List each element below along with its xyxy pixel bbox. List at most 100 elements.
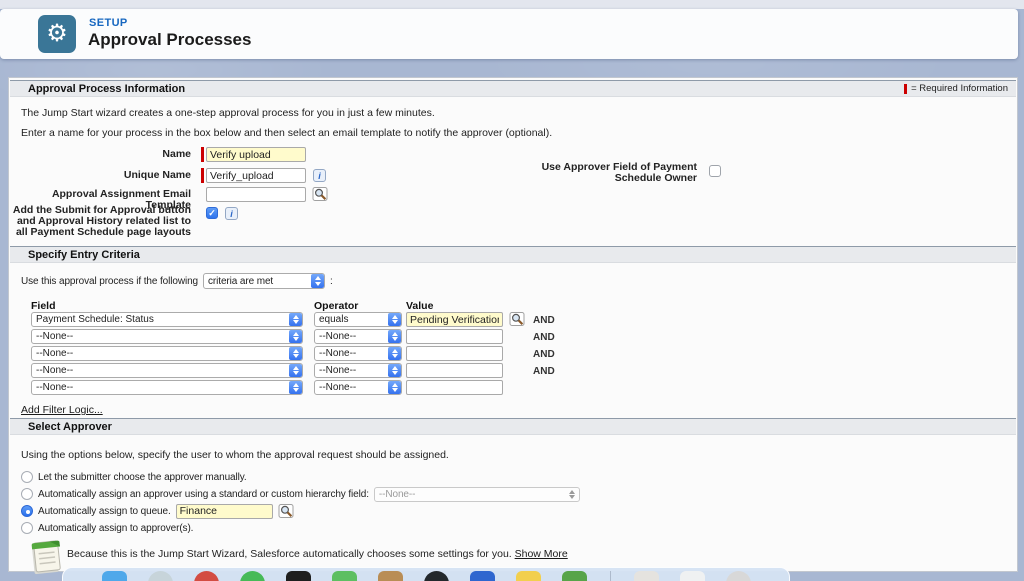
select-stepper-icon	[388, 330, 401, 343]
info-icon[interactable]: i	[225, 207, 238, 220]
show-more-link[interactable]: Show More	[515, 548, 568, 560]
select-stepper-icon	[289, 364, 302, 377]
criteria-value-input[interactable]	[406, 346, 503, 361]
photos-icon[interactable]	[378, 571, 403, 581]
and-label: AND	[533, 332, 555, 343]
radio-icon[interactable]	[21, 522, 33, 534]
criteria-operator-select[interactable]: equals	[314, 312, 402, 327]
lookup-icon[interactable]	[278, 503, 295, 519]
radio-icon[interactable]	[21, 488, 33, 500]
required-bar-icon	[201, 147, 204, 162]
criteria-field-select[interactable]: --None--	[31, 329, 303, 344]
value-column-header: Value	[406, 300, 433, 312]
terminal-icon[interactable]	[286, 571, 311, 581]
gear-icon: ⚙	[38, 15, 76, 53]
required-bar-icon	[201, 168, 204, 183]
criteria-value-input[interactable]	[406, 329, 503, 344]
criteria-field-select[interactable]: --None--	[31, 363, 303, 378]
hierarchy-field-value: --None--	[375, 489, 566, 500]
name-label: Name	[9, 149, 191, 160]
select-stepper-icon	[388, 381, 401, 394]
approver-option-hierarchy[interactable]: Automatically assign an approver using a…	[21, 486, 580, 502]
criteria-field-select[interactable]: --None--	[31, 380, 303, 395]
info-icon[interactable]: i	[313, 169, 326, 182]
section-header-approval-process-information: Approval Process Information = Required …	[10, 80, 1016, 97]
option-label: Automatically assign to queue.	[38, 506, 171, 517]
option-label: Automatically assign to approver(s).	[38, 523, 193, 534]
criteria-operator-select[interactable]: --None--	[314, 346, 402, 361]
criteria-value-input[interactable]	[406, 363, 503, 378]
email-template-input[interactable]	[206, 187, 306, 202]
and-label: AND	[533, 315, 555, 326]
add-submit-checkbox[interactable]: ✓	[206, 207, 218, 219]
note-text: Because this is the Jump Start Wizard, S…	[67, 548, 512, 560]
setup-header: ⚙ SETUP Approval Processes	[0, 9, 1018, 59]
folder-icon[interactable]	[516, 571, 541, 581]
jump-start-note: Because this is the Jump Start Wizard, S…	[67, 548, 568, 560]
criteria-value-input[interactable]	[406, 312, 503, 327]
app-gray-circle-icon[interactable]	[148, 571, 173, 581]
add-filter-logic-link-text[interactable]: Add Filter Logic...	[21, 404, 103, 416]
field-value: --None--	[32, 348, 289, 359]
and-label: AND	[533, 366, 555, 377]
intro-text-1: The Jump Start wizard creates a one-step…	[21, 107, 435, 119]
criteria-value-input[interactable]	[406, 380, 503, 395]
criteria-operator-select[interactable]: --None--	[314, 329, 402, 344]
app-blue-flag-icon[interactable]	[470, 571, 495, 581]
criteria-operator-select[interactable]: --None--	[314, 380, 402, 395]
add-filter-logic-link[interactable]: Add Filter Logic...	[21, 404, 103, 416]
radio-selected-icon[interactable]	[21, 505, 33, 517]
notepad-icon	[29, 538, 63, 577]
operator-value: --None--	[315, 331, 388, 342]
add-submit-label: Add the Submit for Approval button and A…	[9, 205, 191, 238]
app-green-circle-icon[interactable]	[240, 571, 265, 581]
download-arrow-icon[interactable]	[562, 571, 587, 581]
option-label: Let the submitter choose the approver ma…	[38, 472, 247, 483]
criteria-match-select[interactable]: criteria are met	[203, 273, 325, 289]
section-title: Select Approver	[10, 421, 112, 433]
and-label: AND	[533, 349, 555, 360]
section-header-specify-entry-criteria: Specify Entry Criteria	[10, 246, 1016, 263]
approver-option-manual[interactable]: Let the submitter choose the approver ma…	[21, 469, 247, 485]
desktop-background-strip	[0, 0, 1024, 9]
queue-input[interactable]	[176, 504, 273, 519]
required-bar-icon	[904, 84, 907, 94]
setup-kicker: SETUP	[89, 17, 128, 29]
lookup-icon[interactable]	[509, 311, 526, 327]
dock-divider	[610, 571, 611, 581]
operator-value: --None--	[315, 365, 388, 376]
approver-option-queue[interactable]: Automatically assign to queue.	[21, 503, 295, 519]
operator-value: --None--	[315, 382, 388, 393]
criteria-match-value: criteria are met	[204, 276, 311, 287]
document-icon[interactable]	[634, 571, 659, 581]
criteria-operator-select[interactable]: --None--	[314, 363, 402, 378]
name-input[interactable]	[206, 147, 306, 162]
select-stepper-icon	[289, 381, 302, 394]
approval-wizard-panel: Approval Process Information = Required …	[8, 77, 1018, 572]
macos-dock[interactable]	[62, 567, 790, 581]
trash-icon[interactable]	[726, 571, 751, 581]
select-stepper-icon	[289, 347, 302, 360]
unique-name-input[interactable]	[206, 168, 306, 183]
app-dark-circle-icon[interactable]	[424, 571, 449, 581]
field-value: Payment Schedule: Status	[32, 314, 289, 325]
app-red-circle-icon[interactable]	[194, 571, 219, 581]
operator-value: equals	[315, 314, 388, 325]
field-value: --None--	[32, 365, 289, 376]
field-value: --None--	[32, 382, 289, 393]
lookup-icon[interactable]	[312, 186, 329, 202]
field-value: --None--	[32, 331, 289, 342]
window-thumbnail-icon[interactable]	[680, 571, 705, 581]
use-approver-field-checkbox[interactable]	[709, 165, 721, 177]
intro-text-2: Enter a name for your process in the box…	[21, 127, 552, 139]
twitter-icon[interactable]	[102, 571, 127, 581]
app-green-square-icon[interactable]	[332, 571, 357, 581]
select-stepper-icon	[289, 330, 302, 343]
criteria-field-select[interactable]: Payment Schedule: Status	[31, 312, 303, 327]
section-header-select-approver: Select Approver	[10, 418, 1016, 435]
approver-option-approvers[interactable]: Automatically assign to approver(s).	[21, 520, 193, 536]
use-approver-field-label: Use Approver Field of Payment Schedule O…	[539, 162, 697, 184]
criteria-field-select[interactable]: --None--	[31, 346, 303, 361]
radio-icon[interactable]	[21, 471, 33, 483]
select-stepper-icon	[289, 313, 302, 326]
